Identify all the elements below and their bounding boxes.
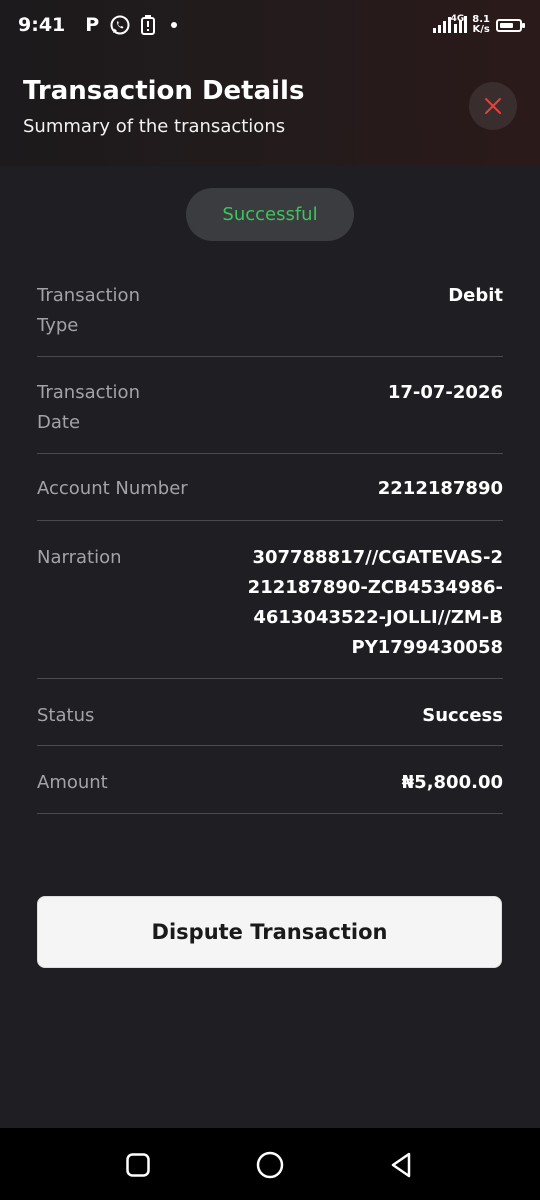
battery-saver-icon [141,15,156,35]
network-type: 4G [450,14,465,24]
detail-label: Status [37,705,95,726]
detail-row-transaction-date: Transaction Date 17-07-2026 [37,357,503,454]
system-icons: 4G 8.1 K/s [432,12,525,38]
status-time: 9:41 [18,14,66,36]
close-icon [485,98,501,114]
detail-value: 17-07-2026 [387,382,503,403]
detail-label: Transaction Date [37,382,140,433]
nav-back-icon [391,1152,411,1178]
detail-label: Amount [37,772,108,793]
net-speed: 8.1 K/s [472,14,490,35]
detail-value: 307788817//CGATEVAS-2212187890-ZCB453498… [247,547,503,658]
nav-back-button[interactable] [387,1150,417,1180]
status-badge: Successful [186,188,354,241]
more-notifications-dot [171,22,178,28]
nav-recent-icon [126,1153,150,1177]
detail-row-narration: Narration 307788817//CGATEVAS-2212187890… [37,521,503,679]
detail-row-amount: Amount ₦5,800.00 [37,746,503,814]
page-subtitle: Summary of the transactions [23,116,286,137]
whatsapp-icon [109,14,131,36]
close-button[interactable] [469,82,517,130]
page-title: Transaction Details [23,76,305,106]
detail-value: 2212187890 [377,478,503,499]
nav-home-button[interactable] [255,1150,285,1180]
detail-row-transaction-type: Transaction Type Debit [37,270,503,357]
nav-home-icon [256,1151,284,1179]
detail-label: Transaction Type [37,285,140,336]
details-list: Transaction Type Debit Transaction Date … [37,270,503,814]
battery-icon [496,18,525,32]
detail-label: Account Number [37,478,188,499]
detail-row-account-number: Account Number 2212187890 [37,454,503,521]
detail-value: Success [422,705,503,726]
p-app-icon: P [85,14,100,36]
nav-recent-button[interactable] [123,1150,153,1180]
notification-icons: P [75,14,178,36]
navigation-bar [0,1128,540,1200]
detail-value: ₦5,800.00 [401,772,503,793]
dispute-transaction-button[interactable]: Dispute Transaction [37,896,502,968]
status-bar: 9:41 P 4G 8.1 K/s [0,0,540,50]
detail-label: Narration [37,547,122,568]
detail-value: Debit [448,285,503,306]
detail-row-status: Status Success [37,679,503,746]
